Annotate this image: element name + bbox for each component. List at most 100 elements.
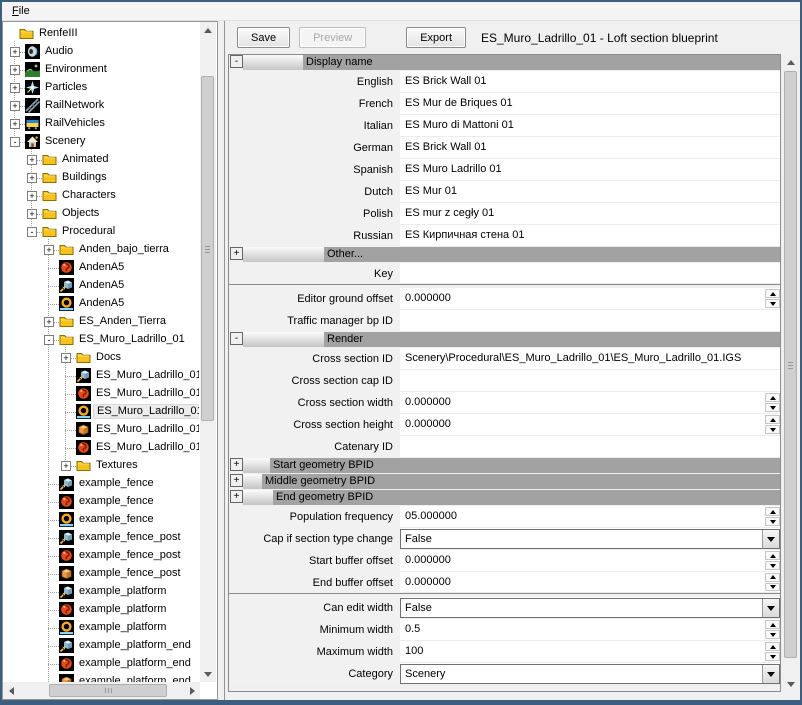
property-value-field[interactable]: 0.000000 (400, 414, 780, 436)
tree-item[interactable]: example_platform (3, 583, 199, 601)
tree-item[interactable]: ES_Muro_Ladrillo_01 (3, 385, 199, 403)
dropdown-button[interactable] (762, 599, 779, 617)
property-value-field[interactable]: ES Mur de Briques 01 (400, 93, 780, 115)
tree-item[interactable]: example_fence_post (3, 529, 199, 547)
spinner-up-button[interactable] (765, 573, 780, 582)
form-vertical-scrollbar[interactable] (783, 54, 799, 692)
preview-button[interactable]: Preview (299, 27, 366, 48)
collapse-toggle-icon[interactable]: - (44, 335, 54, 345)
property-value-field[interactable]: ES Muro Ladrillo 01 (400, 159, 780, 181)
property-value-field[interactable]: ES Muro di Mattoni 01 (400, 115, 780, 137)
property-value-field[interactable]: False (400, 597, 780, 619)
property-value-field[interactable]: ES Brick Wall 01 (400, 137, 780, 159)
tree-item[interactable]: +Environment (3, 61, 199, 79)
tree-item[interactable]: ES_Muro_Ladrillo_01 (3, 367, 199, 385)
spinner-down-button[interactable] (765, 630, 780, 639)
spinner-down-button[interactable] (765, 652, 780, 661)
spinner-up-button[interactable] (765, 551, 780, 560)
spinner-down-button[interactable] (765, 561, 780, 570)
number-spinner[interactable] (765, 289, 780, 308)
scroll-up-button[interactable] (200, 22, 216, 38)
scroll-down-button[interactable] (783, 676, 799, 692)
expand-toggle-icon[interactable]: + (230, 474, 243, 487)
export-button[interactable]: Export (406, 27, 466, 48)
tree-item[interactable]: AndenA5 (3, 259, 199, 277)
menu-file[interactable]: File (5, 4, 37, 18)
tree-item[interactable]: example_platform (3, 601, 199, 619)
tree-item[interactable]: RenfeIII (3, 25, 199, 43)
form-scroll-thumb[interactable] (784, 71, 797, 658)
tree-item[interactable]: example_platform_end (3, 655, 199, 673)
expand-toggle-icon[interactable]: + (27, 209, 37, 219)
property-value-field[interactable]: 0.5 (400, 619, 780, 641)
property-value-field[interactable]: ES Brick Wall 01 (400, 71, 780, 93)
number-spinner[interactable] (765, 415, 780, 434)
tree-item[interactable]: ES_Muro_Ladrillo_01 (3, 439, 199, 457)
spinner-up-button[interactable] (765, 507, 780, 516)
tree-item[interactable]: +Textures (3, 457, 199, 475)
scroll-left-button[interactable] (3, 682, 19, 699)
expand-toggle-icon[interactable]: + (10, 83, 20, 93)
tree-item[interactable]: +Characters (3, 187, 199, 205)
number-spinner[interactable] (765, 620, 780, 639)
scroll-right-button[interactable] (184, 682, 200, 699)
tree-item[interactable]: example_platform_end (3, 673, 199, 682)
tree-item[interactable]: example_fence_post (3, 547, 199, 565)
expand-toggle-icon[interactable]: + (61, 353, 71, 363)
collapse-toggle-icon[interactable]: - (10, 137, 20, 147)
spinner-down-button[interactable] (765, 299, 780, 308)
expand-toggle-icon[interactable]: + (44, 245, 54, 255)
tree-item[interactable]: AndenA5 (3, 295, 199, 313)
tree-item[interactable]: example_fence_post (3, 565, 199, 583)
tree-item[interactable]: +Audio (3, 43, 199, 61)
scroll-up-button[interactable] (783, 54, 799, 70)
tree-item[interactable]: example_fence (3, 511, 199, 529)
collapse-toggle-icon[interactable]: - (230, 55, 243, 68)
tree-item[interactable]: -Scenery (3, 133, 199, 151)
spinner-down-button[interactable] (765, 583, 780, 592)
tree-item[interactable]: +Anden_bajo_tierra (3, 241, 199, 259)
spinner-down-button[interactable] (765, 517, 780, 526)
collapse-toggle-icon[interactable]: - (27, 227, 37, 237)
property-value-field[interactable] (400, 263, 780, 284)
expand-toggle-icon[interactable]: + (27, 155, 37, 165)
tree-item[interactable]: +Particles (3, 79, 199, 97)
property-value-field[interactable]: 100 (400, 641, 780, 663)
expand-toggle-icon[interactable]: + (61, 461, 71, 471)
tree-item[interactable]: example_platform (3, 619, 199, 637)
tree-vertical-scrollbar[interactable] (200, 22, 216, 682)
number-spinner[interactable] (765, 551, 780, 570)
tree-item[interactable]: ES_Muro_Ladrillo_01 (3, 421, 199, 439)
property-value-field[interactable]: ES mur z cegły 01 (400, 203, 780, 225)
expand-toggle-icon[interactable]: + (230, 247, 243, 260)
property-value-field[interactable]: ES Кирпичная стена 01 (400, 225, 780, 247)
tree-scroll-thumb-horizontal[interactable] (49, 684, 167, 697)
scroll-down-button[interactable] (200, 666, 216, 682)
number-spinner[interactable] (765, 642, 780, 661)
save-button[interactable]: Save (237, 27, 290, 48)
tree-item[interactable]: +Animated (3, 151, 199, 169)
property-value-field[interactable]: 0.000000 (400, 288, 780, 310)
tree-item[interactable]: AndenA5 (3, 277, 199, 295)
tree-horizontal-scrollbar[interactable] (3, 682, 200, 699)
collapse-toggle-icon[interactable]: - (230, 332, 243, 345)
tree-scroll-thumb[interactable] (201, 76, 214, 421)
expand-toggle-icon[interactable]: + (10, 101, 20, 111)
expand-toggle-icon[interactable]: + (44, 317, 54, 327)
expand-toggle-icon[interactable]: + (10, 119, 20, 129)
expand-toggle-icon[interactable]: + (230, 458, 243, 471)
property-value-field[interactable]: Scenery (400, 663, 780, 685)
tree-item[interactable]: +Objects (3, 205, 199, 223)
expand-toggle-icon[interactable]: + (27, 173, 37, 183)
spinner-up-button[interactable] (765, 415, 780, 424)
number-spinner[interactable] (765, 507, 780, 526)
spinner-up-button[interactable] (765, 289, 780, 298)
spinner-up-button[interactable] (765, 642, 780, 651)
expand-toggle-icon[interactable]: + (27, 191, 37, 201)
expand-toggle-icon[interactable]: + (10, 47, 20, 57)
tree-item[interactable]: +RailNetwork (3, 97, 199, 115)
property-value-field[interactable]: 0.000000 (400, 550, 780, 572)
tree-item[interactable]: example_fence (3, 493, 199, 511)
expand-toggle-icon[interactable]: + (10, 65, 20, 75)
number-spinner[interactable] (765, 393, 780, 412)
